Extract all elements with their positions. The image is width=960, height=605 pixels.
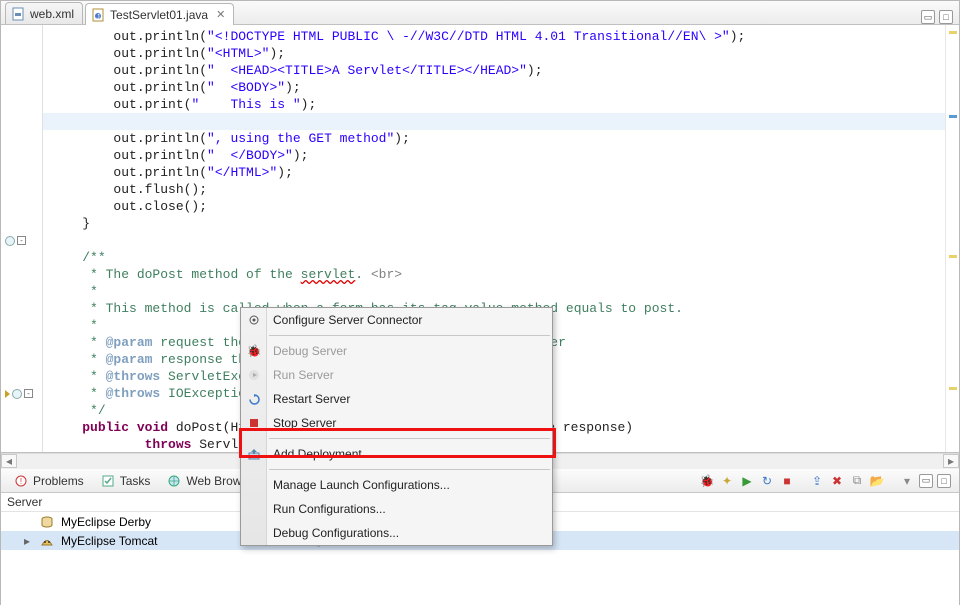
view-tab-problems[interactable]: ! Problems xyxy=(5,470,92,492)
server-label: MyEclipse Tomcat xyxy=(61,534,157,548)
svg-text:J: J xyxy=(96,14,100,21)
expander-icon[interactable]: ▸ xyxy=(21,534,33,548)
context-menu: Configure Server Connector 🐞 Debug Serve… xyxy=(240,307,553,546)
overview-ruler[interactable] xyxy=(945,25,959,452)
menu-run-server[interactable]: Run Server xyxy=(241,363,552,387)
run-icon[interactable]: ▶ xyxy=(739,473,755,489)
remove-icon[interactable]: ✖ xyxy=(829,473,845,489)
menu-label: Restart Server xyxy=(273,392,350,406)
menu-label: Run Configurations... xyxy=(273,502,386,516)
menu-configure-connector[interactable]: Configure Server Connector xyxy=(241,308,552,332)
menu-label: Debug Server xyxy=(273,344,347,358)
minimize-panel-icon[interactable]: ▭ xyxy=(919,474,933,488)
maximize-panel-icon[interactable]: □ xyxy=(937,474,951,488)
menu-run-config[interactable]: Run Configurations... xyxy=(241,497,552,521)
menu-label: Add Deployment... xyxy=(273,447,372,461)
copy-icon[interactable]: ⧉ xyxy=(849,473,865,489)
tomcat-icon xyxy=(39,533,55,549)
restart-icon xyxy=(246,391,262,407)
minimize-view-icon[interactable]: ▭ xyxy=(921,10,935,24)
ruler-warning-icon xyxy=(949,31,957,34)
warning-marker-icon xyxy=(5,390,10,398)
deploy-icon xyxy=(246,446,262,462)
deploy-icon[interactable]: ⇪ xyxy=(809,473,825,489)
restart-icon[interactable]: ↻ xyxy=(759,473,775,489)
menu-debug-config[interactable]: Debug Configurations... xyxy=(241,521,552,545)
tab-web-xml[interactable]: web.xml xyxy=(5,2,83,24)
menu-separator xyxy=(269,335,550,336)
view-tab-label: Web Brows xyxy=(186,474,247,488)
ruler-caret-icon xyxy=(949,115,957,118)
tab-testservlet[interactable]: J TestServlet01.java ✕ xyxy=(85,3,234,25)
ruler-warning-icon xyxy=(949,387,957,390)
scroll-right-icon[interactable]: ▸ xyxy=(943,454,959,468)
fold-minus-icon[interactable]: - xyxy=(24,389,33,398)
servers-toolbar: 🐞 ✦ ▶ ↻ ■ ⇪ ✖ ⧉ 📂 ▾ ▭ □ xyxy=(699,473,959,489)
debug-icon[interactable]: 🐞 xyxy=(699,473,715,489)
close-tab-icon[interactable]: ✕ xyxy=(216,8,225,21)
menu-debug-server[interactable]: 🐞 Debug Server xyxy=(241,339,552,363)
menu-manage-launch[interactable]: Manage Launch Configurations... xyxy=(241,473,552,497)
gear-icon xyxy=(246,312,262,328)
ruler-warning-icon xyxy=(949,255,957,258)
current-line-highlight xyxy=(43,113,945,130)
tab-label: TestServlet01.java xyxy=(110,8,208,22)
scroll-left-icon[interactable]: ◂ xyxy=(1,454,17,468)
menu-label: Run Server xyxy=(273,368,334,382)
editor-tab-bar: web.xml J TestServlet01.java ✕ ▭ □ xyxy=(1,1,959,25)
fold-circle-icon[interactable] xyxy=(12,389,22,399)
stop-icon xyxy=(246,415,262,431)
view-tab-tasks[interactable]: Tasks xyxy=(92,470,159,492)
menu-label: Stop Server xyxy=(273,416,336,430)
menu-add-deployment[interactable]: Add Deployment... xyxy=(241,442,552,466)
globe-icon xyxy=(166,473,182,489)
xml-file-icon xyxy=(12,7,26,21)
server-label: MyEclipse Derby xyxy=(61,515,151,529)
open-icon[interactable]: 📂 xyxy=(869,473,885,489)
tab-label: web.xml xyxy=(30,7,74,21)
fold-circle-icon[interactable] xyxy=(5,236,15,246)
play-icon xyxy=(246,367,262,383)
menu-label: Manage Launch Configurations... xyxy=(273,478,450,492)
menu-label: Debug Configurations... xyxy=(273,526,399,540)
column-server: Server xyxy=(7,495,42,509)
fold-minus-icon[interactable]: - xyxy=(17,236,26,245)
problems-icon: ! xyxy=(13,473,29,489)
maximize-view-icon[interactable]: □ xyxy=(939,10,953,24)
gutter: - - xyxy=(1,25,43,452)
bug-icon: 🐞 xyxy=(246,343,262,359)
menu-separator xyxy=(269,438,550,439)
menu-stop-server[interactable]: Stop Server xyxy=(241,411,552,435)
java-file-icon: J xyxy=(92,8,106,22)
profile-icon[interactable]: ✦ xyxy=(719,473,735,489)
svg-text:!: ! xyxy=(20,477,22,486)
menu-separator xyxy=(269,469,550,470)
tasks-icon xyxy=(100,473,116,489)
view-menu-icon[interactable]: ▾ xyxy=(899,473,915,489)
derby-icon xyxy=(39,514,55,530)
menu-label: Configure Server Connector xyxy=(273,313,422,327)
view-tab-label: Tasks xyxy=(120,474,151,488)
view-tab-label: Problems xyxy=(33,474,84,488)
menu-restart-server[interactable]: Restart Server xyxy=(241,387,552,411)
stop-icon[interactable]: ■ xyxy=(779,473,795,489)
